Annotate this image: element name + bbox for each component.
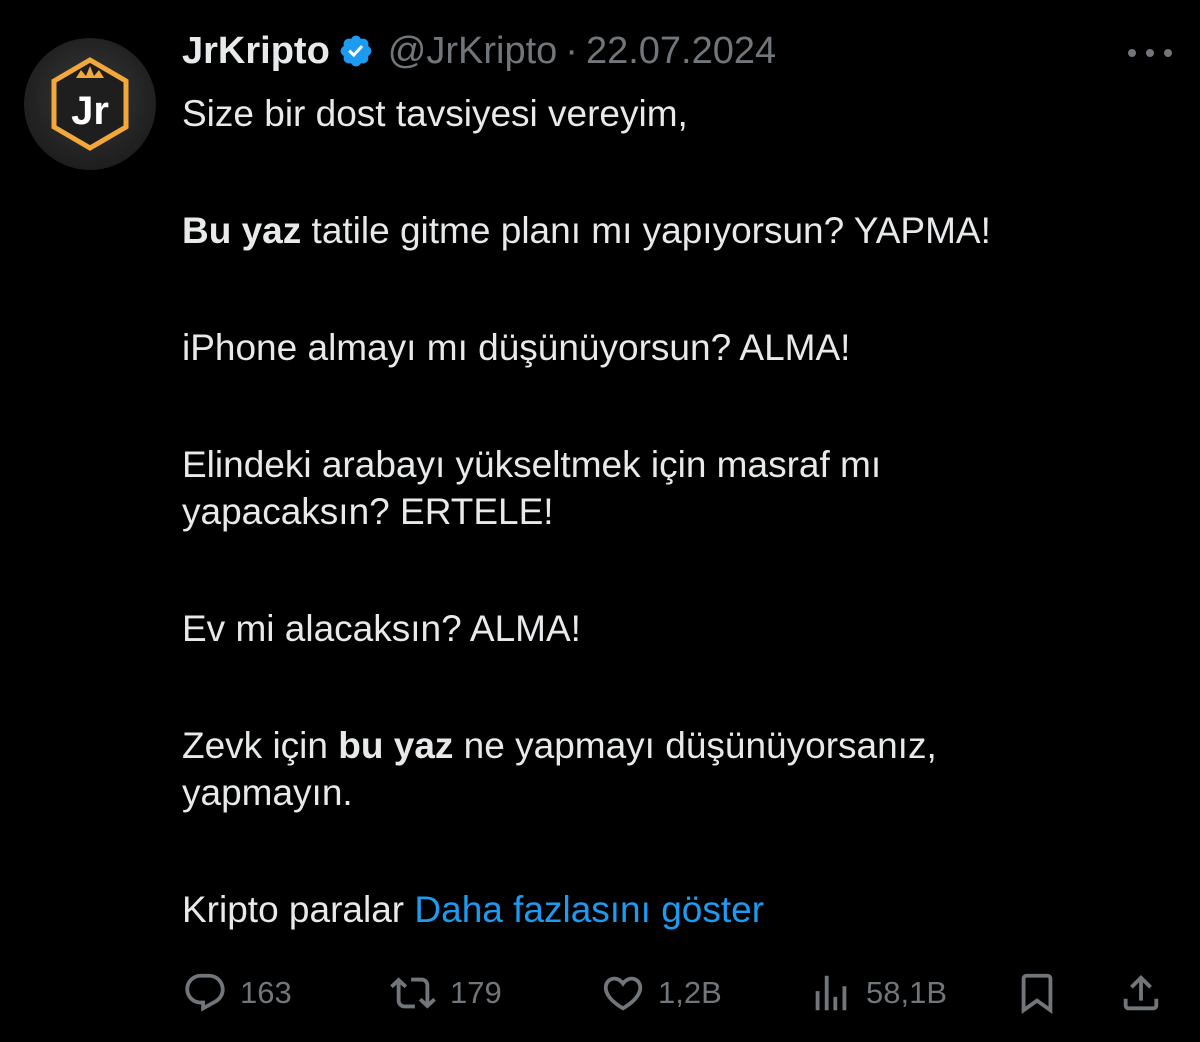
views-count: 58,1B (866, 975, 948, 1010)
bold-text: bu yaz (338, 725, 454, 766)
share-icon (1123, 974, 1159, 1011)
like-icon (603, 976, 643, 1011)
repost-button[interactable]: 179 (388, 968, 502, 1018)
bold-text: Bu yaz (182, 210, 302, 251)
tweet-line: yapacaksın? ERTELE! (182, 491, 554, 532)
like-count: 1,2B (658, 975, 722, 1010)
verified-badge-icon (338, 33, 374, 69)
tweet-text: ne yapmayı düşünüyorsanız, (453, 725, 937, 766)
tweet-line: Ev mi alacaksın? ALMA! (182, 608, 581, 649)
share-button[interactable] (1118, 968, 1164, 1018)
avatar-initials: Jr (71, 89, 109, 133)
more-icon[interactable] (1128, 36, 1172, 70)
tweet-line: yapmayın. (182, 772, 353, 813)
like-button[interactable]: 1,2B (600, 968, 722, 1018)
action-bar: 163 179 1,2B 58,1B (182, 968, 1172, 1018)
bookmark-button[interactable] (1014, 968, 1060, 1018)
views-icon (815, 975, 847, 1011)
tweet-text: tatile gitme planı mı yapıyorsun? YAPMA! (301, 210, 991, 251)
reply-button[interactable]: 163 (182, 968, 292, 1018)
bookmark-icon (1021, 973, 1053, 1014)
tweet-date[interactable]: 22.07.2024 (586, 30, 776, 73)
tweet-line: Size bir dost tavsiyesi vereyim, (182, 93, 688, 134)
reply-icon (185, 973, 225, 1012)
avatar-logo: Jr (51, 57, 129, 151)
author-handle[interactable]: @JrKripto (388, 30, 558, 73)
tweet-text: Zevk için (182, 725, 339, 766)
header-separator: · (565, 29, 578, 72)
repost-icon (390, 977, 436, 1009)
tweet-body: Size bir dost tavsiyesi vereyim, Bu yaz … (182, 90, 1172, 933)
tweet-line: Kripto paralar Daha fazlasını göster (182, 886, 1172, 933)
tweet-line: Zevk için bu yaz ne yapmayı düşünüyorsan… (182, 722, 1172, 769)
reply-count: 163 (240, 975, 292, 1010)
tweet-line: Elindeki arabayı yükseltmek için masraf … (182, 444, 882, 485)
author-name[interactable]: JrKripto (182, 30, 330, 73)
views-button[interactable]: 58,1B (808, 968, 947, 1018)
avatar[interactable]: Jr (24, 38, 156, 170)
show-more-link[interactable]: Daha fazlasını göster (414, 889, 764, 930)
tweet-text: Kripto paralar (182, 889, 415, 930)
tweet-line: iPhone almayı mı düşünüyorsun? ALMA! (182, 327, 851, 368)
tweet-header: JrKripto @JrKripto · 22.07.2024 (182, 26, 776, 76)
tweet-line: Bu yaz tatile gitme planı mı yapıyorsun?… (182, 207, 1172, 254)
repost-count: 179 (450, 975, 502, 1010)
